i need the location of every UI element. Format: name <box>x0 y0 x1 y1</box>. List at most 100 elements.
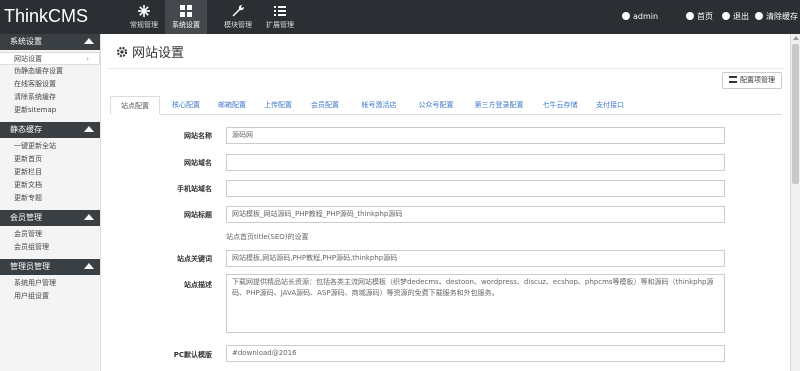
tab-core[interactable]: 核心配置 <box>166 96 206 115</box>
divider <box>108 68 784 69</box>
site-name-label: 网站名称 <box>184 132 212 140</box>
gear-icon <box>116 46 128 58</box>
username: admin <box>633 12 659 21</box>
config-items-button[interactable]: 配置项管理 <box>722 72 782 89</box>
sidebar-item-clear-cache[interactable]: 清除系统缓存 <box>0 91 100 104</box>
page-title: 网站设置 <box>116 42 184 61</box>
nav-tab-label: 模块管理 <box>224 21 252 29</box>
home-label: 首页 <box>697 12 713 21</box>
sidebar-item-rewrite-cache[interactable]: 伪静态缓存设置 <box>0 65 100 78</box>
mobile-domain-label: 手机站域名 <box>177 185 212 193</box>
sidebar-item-label: 伪静态缓存设置 <box>14 67 63 75</box>
site-title-label: 网站标题 <box>184 211 212 219</box>
main-content: 网站设置 配置项管理 站点配置 核心配置 邮箱配置 上传配置 会员配置 帐号激活… <box>102 34 790 371</box>
logout-label: 退出 <box>733 12 749 21</box>
site-desc-textarea[interactable]: 下载网提供精品站长资源：包括各类主流网站模板（织梦dedecms、destoon… <box>226 274 725 333</box>
sidebar-item-label: 更新栏目 <box>14 168 42 176</box>
sidebar-item-label: 会员组管理 <box>14 243 49 251</box>
sidebar-section-members[interactable]: 会员管理 <box>0 210 100 226</box>
section-title: 会员管理 <box>10 213 42 222</box>
sidebar-item-label: 清除系统缓存 <box>14 93 56 101</box>
config-button-label: 配置项管理 <box>740 76 775 84</box>
tab-qiniu[interactable]: 七牛云存储 <box>538 96 582 115</box>
nav-tab-general[interactable]: 常规管理 <box>123 0 165 34</box>
sidebar-item-user-groups[interactable]: 用户组设置 <box>0 290 100 303</box>
sidebar-item-update-home[interactable]: 更新首页 <box>0 153 100 166</box>
chevron-up-icon <box>84 38 94 44</box>
nav-tab-modules[interactable]: 模块管理 <box>217 0 259 34</box>
tab-payment[interactable]: 支付接口 <box>590 96 630 115</box>
site-name-input[interactable]: 源码网 <box>226 127 725 144</box>
trash-icon <box>755 12 763 20</box>
section-title: 系统设置 <box>10 37 42 46</box>
nav-tab-extensions[interactable]: 扩展管理 <box>259 0 301 34</box>
section-title: 管理员管理 <box>10 262 50 271</box>
sidebar: 系统设置 网站设置 › 伪静态缓存设置 在线客服设置 清除系统缓存 更新sitem… <box>0 34 101 371</box>
sidebar-item-sitemap[interactable]: 更新sitemap <box>0 104 100 117</box>
asterisk-icon <box>138 5 150 17</box>
sidebar-list: 网站设置 › 伪静态缓存设置 在线客服设置 清除系统缓存 更新sitemap <box>0 50 100 122</box>
grid-icon <box>180 5 192 17</box>
chevron-up-icon <box>84 214 94 220</box>
clear-cache-link[interactable]: 清除缓存 <box>755 0 798 34</box>
logout-link[interactable]: 退出 <box>722 0 749 34</box>
sidebar-list: 系统用户管理 用户组设置 <box>0 275 100 308</box>
site-keywords-input[interactable]: 网站模板,网站源码,PHP教程,PHP源码,thinkphp源码 <box>226 250 725 267</box>
nav-tab-label: 扩展管理 <box>266 21 294 29</box>
tab-email[interactable]: 邮箱配置 <box>212 96 252 115</box>
tab-site[interactable]: 站点配置 <box>110 96 160 115</box>
mobile-domain-input[interactable] <box>226 180 725 197</box>
sidebar-item-label: 在线客服设置 <box>14 80 56 88</box>
nav-tab-system[interactable]: 系统设置 <box>165 0 207 34</box>
sidebar-item-label: 更新首页 <box>14 155 42 163</box>
scrollbar[interactable] <box>790 34 800 371</box>
sidebar-item-label: 会员管理 <box>14 230 42 238</box>
user-icon <box>622 12 630 20</box>
tab-third-party-login[interactable]: 第三方登录配置 <box>468 96 530 115</box>
sidebar-item-update-all[interactable]: 一键更新全站 <box>0 140 100 153</box>
site-domain-input[interactable] <box>226 154 725 171</box>
site-keywords-label: 站点关键词 <box>177 255 212 263</box>
list-icon <box>729 76 737 83</box>
sidebar-list: 一键更新全站 更新首页 更新栏目 更新文档 更新专题 <box>0 138 100 210</box>
sidebar-item-online-service[interactable]: 在线客服设置 <box>0 78 100 91</box>
sidebar-item-label: 更新sitemap <box>14 106 57 114</box>
sidebar-item-update-topics[interactable]: 更新专题 <box>0 192 100 205</box>
sidebar-item-label: 系统用户管理 <box>14 279 56 287</box>
sidebar-section-static[interactable]: 静态缓存 <box>0 122 100 138</box>
sidebar-item-label: 用户组设置 <box>14 292 49 300</box>
site-title-hint: 站点首页title(SEO)的设置 <box>226 233 309 241</box>
app-logo[interactable]: ThinkCMS <box>4 6 88 27</box>
section-title: 静态缓存 <box>10 125 42 134</box>
sidebar-item-label: 一键更新全站 <box>14 142 56 150</box>
tab-account-activation[interactable]: 帐号激活店 <box>353 96 405 115</box>
sidebar-item-member-groups[interactable]: 会员组管理 <box>0 241 100 254</box>
sidebar-section-system[interactable]: 系统设置 <box>0 34 100 50</box>
sidebar-list: 会员管理 会员组管理 <box>0 226 100 259</box>
page-title-text: 网站设置 <box>132 46 185 61</box>
scrollbar-thumb[interactable] <box>792 44 799 184</box>
sidebar-item-update-column[interactable]: 更新栏目 <box>0 166 100 179</box>
tab-member[interactable]: 会员配置 <box>305 96 345 115</box>
logout-icon <box>722 12 730 20</box>
sidebar-item-label: 网站设置 <box>14 55 42 63</box>
tab-upload[interactable]: 上传配置 <box>258 96 298 115</box>
sidebar-item-site-settings[interactable]: 网站设置 › <box>0 52 100 65</box>
top-bar: ThinkCMS 常规管理 系统设置 模块管理 扩展管理 admin 首页 退出… <box>0 0 800 34</box>
nav-tab-label: 系统设置 <box>172 21 200 29</box>
list-icon <box>274 6 286 16</box>
user-menu[interactable]: admin <box>622 0 658 34</box>
chevron-up-icon <box>84 126 94 132</box>
site-title-input[interactable]: 网站模板_网站源码_PHP教程_PHP源码_thinkphp源码 <box>226 206 725 223</box>
sidebar-item-members[interactable]: 会员管理 <box>0 228 100 241</box>
pc-template-label: PC默认模版 <box>173 351 212 359</box>
pc-template-input[interactable]: #download@2016 <box>226 345 725 362</box>
chevron-up-icon <box>84 263 94 269</box>
tab-wechat[interactable]: 公众号配置 <box>412 96 460 115</box>
wrench-icon <box>232 4 245 17</box>
sidebar-item-update-docs[interactable]: 更新文档 <box>0 179 100 192</box>
sidebar-section-admins[interactable]: 管理员管理 <box>0 259 100 275</box>
home-link[interactable]: 首页 <box>686 0 713 34</box>
sidebar-item-system-users[interactable]: 系统用户管理 <box>0 277 100 290</box>
scroll-up-icon <box>793 36 799 40</box>
